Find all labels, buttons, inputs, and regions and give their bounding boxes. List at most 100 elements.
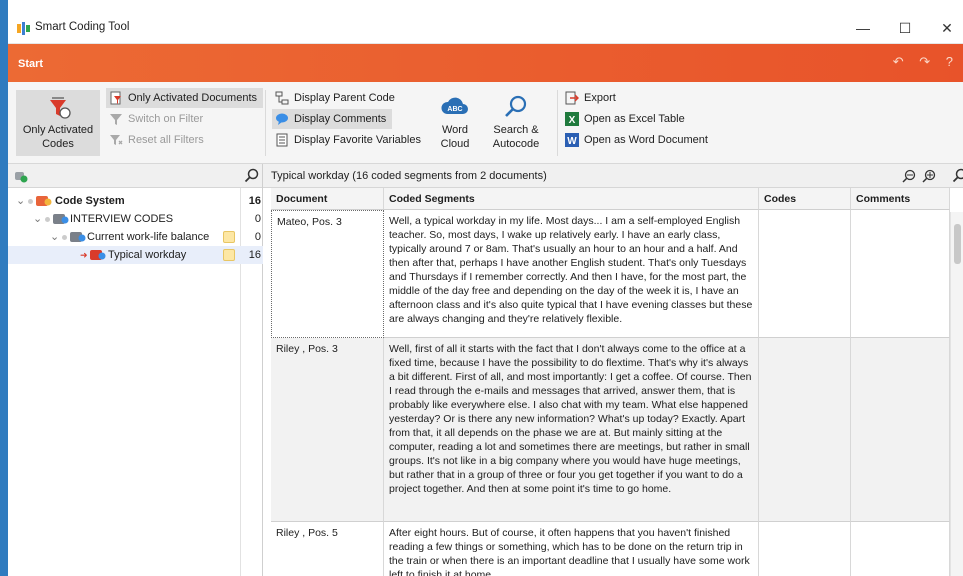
column-header-comments[interactable]: Comments (851, 188, 950, 210)
open-excel-button[interactable]: X Open as Excel Table (562, 109, 691, 129)
tree-root-code-system[interactable]: ⌄ Code System 16 (8, 192, 263, 210)
table-cell-document[interactable]: Riley , Pos. 3 (271, 338, 384, 522)
svg-text:X: X (569, 115, 576, 126)
status-dot-icon (28, 199, 33, 204)
title-bar: Smart Coding Tool — ☐ ✕ (8, 12, 963, 44)
funnel-code-icon (50, 97, 71, 119)
chevron-down-icon[interactable]: ⌄ (33, 210, 42, 228)
scrollbar-thumb[interactable] (954, 224, 961, 264)
code-icon (53, 214, 69, 224)
switch-on-filter-label: Switch on Filter (128, 113, 204, 125)
variables-list-icon (276, 133, 288, 147)
column-header-coded-segments[interactable]: Coded Segments (384, 188, 759, 210)
hierarchy-icon (275, 91, 289, 105)
app-logo-icon (17, 22, 30, 35)
svg-text:W: W (567, 136, 577, 147)
status-dot-icon (62, 235, 67, 240)
only-activated-codes-button[interactable]: Only Activated Codes (16, 90, 100, 156)
svg-text:ABC: ABC (447, 106, 462, 113)
code-tree-icon (15, 172, 28, 183)
table-cell-codes[interactable] (759, 338, 851, 522)
code-icon (90, 250, 106, 260)
tree-item-typical-workday[interactable]: ➜ Typical workday 16 (8, 246, 263, 264)
table-cell-segment[interactable]: Well, a typical workday in my life. Most… (384, 210, 759, 338)
table-cell-comments[interactable] (851, 522, 950, 576)
column-header-codes[interactable]: Codes (759, 188, 851, 210)
search-icon (505, 95, 527, 117)
memo-icon[interactable] (223, 231, 235, 243)
open-excel-label: Open as Excel Table (584, 113, 685, 125)
close-button[interactable]: ✕ (932, 18, 962, 38)
search-autocode-label-1: Search & (493, 124, 539, 136)
open-word-label: Open as Word Document (584, 134, 708, 146)
tree-item-label: Typical workday (108, 249, 187, 261)
only-activated-codes-label-2: Codes (42, 138, 74, 150)
reset-all-filters-label: Reset all Filters (128, 134, 204, 146)
code-system-icon (36, 196, 52, 206)
window-title: Smart Coding Tool (35, 21, 130, 33)
maximize-button[interactable]: ☐ (890, 18, 920, 38)
tree-item-label: Current work-life balance (87, 231, 210, 243)
table-cell-document[interactable]: Mateo, Pos. 3 (271, 210, 384, 338)
vertical-scrollbar[interactable] (950, 212, 963, 576)
reset-all-filters-button[interactable]: Reset all Filters (106, 130, 210, 150)
table-cell-segment[interactable]: After eight hours. But of course, it oft… (384, 522, 759, 576)
display-comments-button[interactable]: Display Comments (272, 109, 393, 129)
table-cell-comments[interactable] (851, 338, 950, 522)
document-filter-icon (110, 91, 121, 105)
word-icon: W (565, 133, 579, 147)
search-autocode-label-2: Autocode (492, 138, 540, 150)
only-activated-documents-button[interactable]: Only Activated Documents (106, 88, 264, 108)
table-cell-codes[interactable] (759, 210, 851, 338)
search-icon[interactable] (953, 168, 963, 183)
export-button[interactable]: Export (562, 88, 622, 108)
search-autocode-button[interactable]: Search & Autocode (486, 90, 546, 156)
word-cloud-label-1: Word (441, 124, 469, 136)
code-icon (70, 232, 86, 242)
table-cell-segment[interactable]: Well, first of all it starts with the fa… (384, 338, 759, 522)
table-cell-codes[interactable] (759, 522, 851, 576)
table-cell-document[interactable]: Riley , Pos. 5 (271, 522, 384, 576)
word-cloud-icon: ABC (441, 97, 468, 114)
zoom-out-icon[interactable] (902, 169, 916, 183)
code-system-header (8, 164, 262, 188)
quick-access-icons[interactable]: ↶ ↷ ? (893, 54, 959, 70)
tree-root-label: Code System (55, 195, 125, 207)
memo-icon[interactable] (223, 249, 235, 261)
minimize-button[interactable]: — (848, 18, 878, 38)
tree-item-interview-codes[interactable]: ⌄ INTERVIEW CODES 0 (8, 210, 263, 228)
word-cloud-label-2: Cloud (440, 138, 470, 150)
filter-icon (110, 114, 122, 125)
ribbon-toolbar: Only Activated Codes Only Activated Docu… (8, 82, 963, 164)
column-header-document[interactable]: Document (271, 188, 384, 210)
reset-filter-icon (110, 135, 123, 145)
chevron-down-icon[interactable]: ⌄ (16, 192, 25, 210)
tab-start[interactable]: Start (18, 58, 43, 70)
open-word-button[interactable]: W Open as Word Document (562, 130, 714, 150)
tree-item-label: INTERVIEW CODES (70, 213, 174, 225)
ribbon-tab-bar: Start ↶ ↷ ? (8, 44, 963, 82)
status-dot-icon (45, 217, 50, 222)
search-icon[interactable] (244, 168, 259, 183)
display-favorite-variables-label: Display Favorite Variables (294, 134, 421, 146)
ribbon-separator (557, 90, 558, 156)
word-cloud-button[interactable]: ABC Word Cloud (433, 90, 477, 156)
display-parent-code-button[interactable]: Display Parent Code (272, 88, 401, 108)
comment-icon (276, 113, 288, 125)
display-parent-code-label: Display Parent Code (294, 92, 395, 104)
coded-segments-panel: Typical workday (16 coded segments from … (263, 164, 963, 576)
zoom-in-icon[interactable] (922, 169, 936, 183)
display-favorite-variables-button[interactable]: Display Favorite Variables (272, 130, 427, 150)
coded-segments-table: Document Coded Segments Codes Comments M… (263, 188, 963, 576)
display-comments-label: Display Comments (294, 113, 387, 125)
tree-item-count: 0 (254, 231, 261, 243)
code-system-panel: ⌄ Code System 16 ⌄ INTERVIEW CODES 0 ⌄ C… (8, 164, 263, 576)
excel-icon: X (565, 112, 579, 126)
tree-item-current-work-life-balance[interactable]: ⌄ Current work-life balance 0 (8, 228, 263, 246)
app-window: Smart Coding Tool — ☐ ✕ Start ↶ ↷ ? Only… (8, 12, 963, 576)
chevron-down-icon[interactable]: ⌄ (50, 228, 59, 246)
switch-on-filter-button[interactable]: Switch on Filter (106, 109, 209, 129)
table-cell-comments[interactable] (851, 210, 950, 338)
only-activated-documents-label: Only Activated Documents (128, 92, 258, 104)
ribbon-separator (265, 90, 266, 156)
